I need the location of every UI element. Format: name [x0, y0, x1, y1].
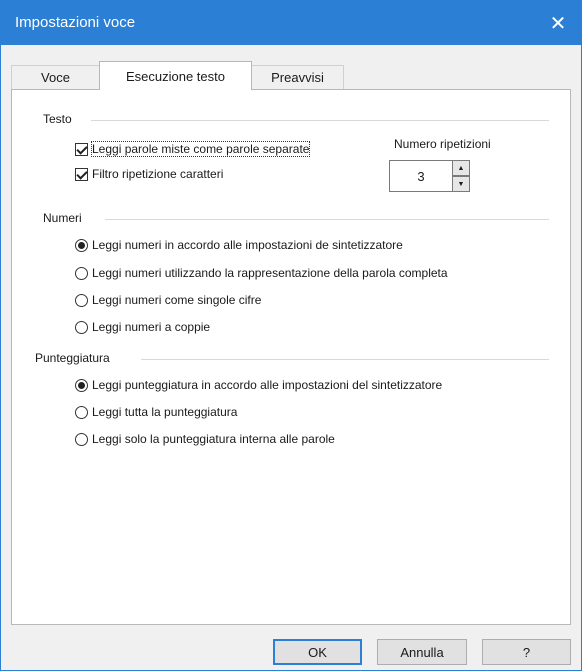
- arrow-up-icon: ▲: [457, 164, 465, 172]
- checkbox-parole-miste[interactable]: Leggi parole miste come parole separate: [75, 141, 311, 157]
- checkbox-filtro-ripetizione[interactable]: Filtro ripetizione caratteri: [75, 167, 223, 181]
- spin-up-button[interactable]: ▲: [452, 160, 470, 176]
- radio-label: Leggi solo la punteggiatura interna alle…: [92, 432, 335, 446]
- ok-button[interactable]: OK: [273, 639, 362, 665]
- radio-numeri-parola-completa[interactable]: Leggi numeri utilizzando la rappresentaz…: [75, 266, 448, 280]
- checkbox-box[interactable]: [75, 167, 88, 181]
- checkbox-label: Leggi parole miste come parole separate: [90, 141, 311, 157]
- radio-dot[interactable]: [75, 405, 88, 419]
- radio-numeri-sintetizzatore[interactable]: Leggi numeri in accordo alle impostazion…: [75, 238, 403, 252]
- radio-label: Leggi numeri come singole cifre: [92, 293, 262, 307]
- spin-down-button[interactable]: ▼: [452, 176, 470, 192]
- group-title-punteggiatura: Punteggiatura: [35, 351, 110, 365]
- close-icon: ✕: [549, 12, 567, 35]
- group-divider: [91, 120, 549, 121]
- close-button[interactable]: ✕: [535, 1, 581, 45]
- radio-label: Leggi numeri in accordo alle impostazion…: [92, 238, 403, 252]
- radio-label: Leggi tutta la punteggiatura: [92, 405, 238, 419]
- tab-esecuzione-testo[interactable]: Esecuzione testo: [99, 61, 252, 90]
- radio-numeri-coppie[interactable]: Leggi numeri a coppie: [75, 320, 210, 334]
- radio-dot[interactable]: [75, 432, 88, 446]
- help-button[interactable]: ?: [482, 639, 571, 665]
- cancel-button[interactable]: Annulla: [377, 639, 467, 665]
- radio-label: Leggi punteggiatura in accordo alle impo…: [92, 378, 443, 392]
- radio-numeri-singole-cifre[interactable]: Leggi numeri come singole cifre: [75, 293, 261, 307]
- repeat-count-input[interactable]: 3: [389, 160, 453, 192]
- group-title-testo: Testo: [43, 112, 72, 126]
- radio-dot[interactable]: [75, 266, 88, 280]
- window-title: Impostazioni voce: [15, 14, 136, 31]
- arrow-down-icon: ▼: [457, 180, 465, 188]
- radio-dot[interactable]: [75, 378, 88, 392]
- tab-preavvisi[interactable]: Preavvisi: [251, 65, 344, 89]
- radio-label: Leggi numeri utilizzando la rappresentaz…: [92, 266, 448, 280]
- repeat-count-label: Numero ripetizioni: [394, 137, 491, 151]
- radio-dot[interactable]: [75, 293, 88, 307]
- settings-dialog: Impostazioni voce ✕ Voce Esecuzione test…: [0, 0, 582, 671]
- checkbox-label: Filtro ripetizione caratteri: [92, 167, 224, 181]
- group-divider: [141, 359, 549, 360]
- radio-label: Leggi numeri a coppie: [92, 320, 211, 334]
- radio-punteggiatura-interna[interactable]: Leggi solo la punteggiatura interna alle…: [75, 432, 335, 446]
- checkbox-box[interactable]: [75, 142, 88, 156]
- group-title-numeri: Numeri: [43, 211, 82, 225]
- radio-dot[interactable]: [75, 238, 88, 252]
- repeat-count-stepper: ▲ ▼: [452, 160, 470, 192]
- title-bar: Impostazioni voce ✕: [1, 1, 581, 45]
- radio-punteggiatura-sintetizzatore[interactable]: Leggi punteggiatura in accordo alle impo…: [75, 378, 442, 392]
- radio-dot[interactable]: [75, 320, 88, 334]
- radio-punteggiatura-tutta[interactable]: Leggi tutta la punteggiatura: [75, 405, 237, 419]
- group-divider: [105, 219, 549, 220]
- tab-voce[interactable]: Voce: [11, 65, 100, 89]
